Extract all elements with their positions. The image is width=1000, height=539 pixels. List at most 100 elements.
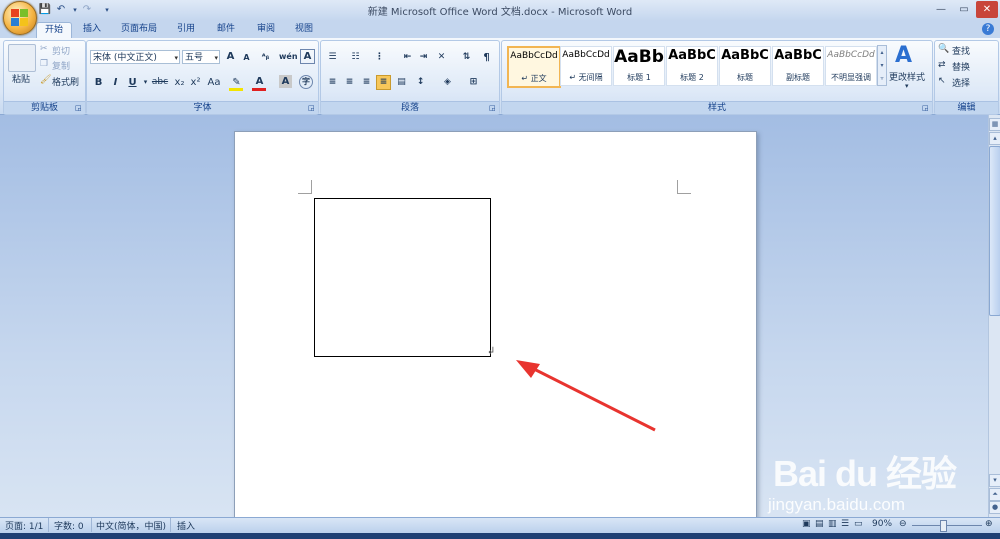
styles-dialog-launcher-icon[interactable]: ◲: [922, 104, 930, 112]
tab-page-layout[interactable]: 页面布局: [116, 22, 162, 37]
show-marks-icon[interactable]: ¶: [479, 50, 494, 65]
align-right-icon[interactable]: ≡: [359, 75, 374, 90]
numbering-icon[interactable]: ☷: [348, 50, 363, 65]
zoom-out-icon[interactable]: ⊖: [899, 519, 907, 529]
clear-format-icon[interactable]: ᴬᵦ: [258, 49, 273, 64]
change-case-button[interactable]: Aa: [205, 75, 223, 90]
format-painter-icon[interactable]: 🖌: [40, 75, 51, 85]
dialog-launcher-icon[interactable]: ◲: [75, 104, 83, 112]
outline-view-icon[interactable]: ☰: [841, 519, 849, 529]
align-center-icon[interactable]: ≡: [342, 75, 357, 90]
tab-home[interactable]: 开始: [36, 22, 72, 38]
bold-button[interactable]: B: [91, 75, 106, 90]
zoom-level[interactable]: 90%: [872, 519, 892, 529]
browse-object-icon[interactable]: ●: [989, 501, 1000, 514]
paste-button[interactable]: 粘贴: [12, 72, 30, 85]
web-layout-icon[interactable]: ▥: [828, 519, 837, 529]
style-name: ↵ 正文: [521, 74, 547, 83]
decrease-indent-icon[interactable]: ⇤: [400, 50, 415, 65]
scrollbar-thumb[interactable]: [989, 146, 1000, 316]
chinese-layout-icon[interactable]: ✕: [434, 50, 449, 65]
style-name: 标题 2: [680, 73, 704, 82]
tab-mailings[interactable]: 邮件: [212, 22, 240, 37]
cut-button[interactable]: 剪切: [52, 44, 70, 57]
find-icon[interactable]: 🔍: [938, 44, 949, 54]
drawn-text-box[interactable]: [314, 198, 491, 357]
line-spacing-icon[interactable]: ↕: [413, 75, 428, 90]
style-no-spacing[interactable]: AaBbCcDd ↵ 无间隔: [560, 46, 612, 86]
zoom-slider-thumb[interactable]: [940, 520, 947, 532]
zoom-slider[interactable]: [912, 525, 982, 526]
style-heading-1[interactable]: AaBb 标题 1: [613, 46, 665, 86]
maximize-icon[interactable]: ▭: [953, 1, 975, 18]
strikethrough-button[interactable]: abc: [150, 75, 170, 90]
shrink-font-button[interactable]: A: [239, 50, 254, 65]
style-subtle-emphasis[interactable]: AaBbCcDd 不明显强调: [825, 46, 877, 86]
bullets-icon[interactable]: ☰: [325, 50, 340, 65]
insert-mode-indicator[interactable]: 插入: [177, 519, 195, 532]
font-size-select[interactable]: 五号 ▾: [182, 50, 220, 64]
cut-icon[interactable]: ✂: [40, 44, 48, 54]
close-icon[interactable]: ✕: [976, 1, 998, 18]
enclose-char-icon[interactable]: 字: [299, 75, 313, 89]
font-color-button[interactable]: A: [252, 74, 267, 89]
justify-icon[interactable]: ≡: [376, 75, 391, 90]
status-divider: [170, 518, 171, 532]
italic-button[interactable]: I: [108, 75, 123, 90]
word-count[interactable]: 字数: 0: [54, 519, 84, 532]
multilevel-list-icon[interactable]: ⋮: [372, 50, 387, 65]
paragraph-group-label: 段落: [321, 101, 499, 114]
style-title[interactable]: AaBbC 标题: [719, 46, 771, 86]
tab-review[interactable]: 审阅: [252, 22, 280, 37]
char-border-icon[interactable]: A: [300, 49, 315, 64]
office-button[interactable]: [3, 1, 37, 35]
styles-scroll-icon[interactable]: ▴ ▾ ▿: [877, 45, 887, 86]
font-name-select[interactable]: 宋体 (中文正文) ▾: [90, 50, 180, 64]
language-indicator[interactable]: 中文(简体，中国): [96, 519, 166, 532]
draft-view-icon[interactable]: ▭: [854, 519, 863, 529]
help-icon[interactable]: ?: [982, 23, 994, 35]
style-name: 副标题: [786, 73, 810, 82]
char-shading-button[interactable]: A: [279, 75, 292, 88]
borders-icon[interactable]: ⊞: [466, 75, 481, 90]
select-button[interactable]: 选择: [952, 76, 970, 89]
align-left-icon[interactable]: ≡: [325, 75, 340, 90]
tab-insert[interactable]: 插入: [78, 22, 106, 37]
scroll-up-icon[interactable]: ▴: [989, 132, 1000, 145]
copy-icon[interactable]: ❐: [40, 59, 48, 69]
sort-icon[interactable]: ⇅: [459, 50, 474, 65]
scroll-down-icon[interactable]: ▾: [989, 474, 1000, 487]
grow-font-button[interactable]: A: [223, 49, 238, 64]
tab-view[interactable]: 视图: [290, 22, 318, 37]
format-painter-button[interactable]: 格式刷: [52, 75, 79, 88]
replace-button[interactable]: 替换: [952, 60, 970, 73]
print-layout-icon[interactable]: ▣: [802, 519, 811, 529]
replace-icon[interactable]: ⇄: [938, 60, 946, 70]
style-preview: AaBb: [614, 47, 664, 67]
style-heading-2[interactable]: AaBbC 标题 2: [666, 46, 718, 86]
tab-references[interactable]: 引用: [172, 22, 200, 37]
page-count[interactable]: 页面: 1/1: [5, 519, 43, 532]
distributed-icon[interactable]: ▤: [394, 75, 409, 90]
subscript-button[interactable]: x₂: [172, 75, 187, 90]
phonetic-guide-icon[interactable]: wén: [279, 49, 298, 64]
status-divider: [91, 518, 92, 532]
style-subtitle[interactable]: AaBbC 副标题: [772, 46, 824, 86]
style-normal[interactable]: AaBbCcDd ↵ 正文: [507, 46, 561, 88]
change-styles-icon[interactable]: A: [895, 43, 912, 68]
prev-page-icon[interactable]: ⏶: [989, 488, 1000, 501]
paste-icon[interactable]: [8, 44, 36, 72]
minimize-icon[interactable]: —: [930, 1, 952, 18]
full-screen-reading-icon[interactable]: ▤: [815, 519, 824, 529]
select-icon[interactable]: ↖: [938, 76, 946, 86]
copy-button[interactable]: 复制: [52, 59, 70, 72]
ruler-toggle-icon[interactable]: ▦: [989, 118, 1000, 131]
zoom-in-icon[interactable]: ⊕: [985, 519, 993, 529]
increase-indent-icon[interactable]: ⇥: [416, 50, 431, 65]
find-button[interactable]: 查找: [952, 44, 970, 57]
superscript-button[interactable]: x²: [188, 75, 203, 90]
paragraph-dialog-launcher-icon[interactable]: ◲: [489, 104, 497, 112]
shading-icon[interactable]: ◈: [440, 75, 455, 90]
font-dialog-launcher-icon[interactable]: ◲: [308, 104, 316, 112]
change-styles-dropdown-icon[interactable]: ▾: [905, 82, 909, 90]
